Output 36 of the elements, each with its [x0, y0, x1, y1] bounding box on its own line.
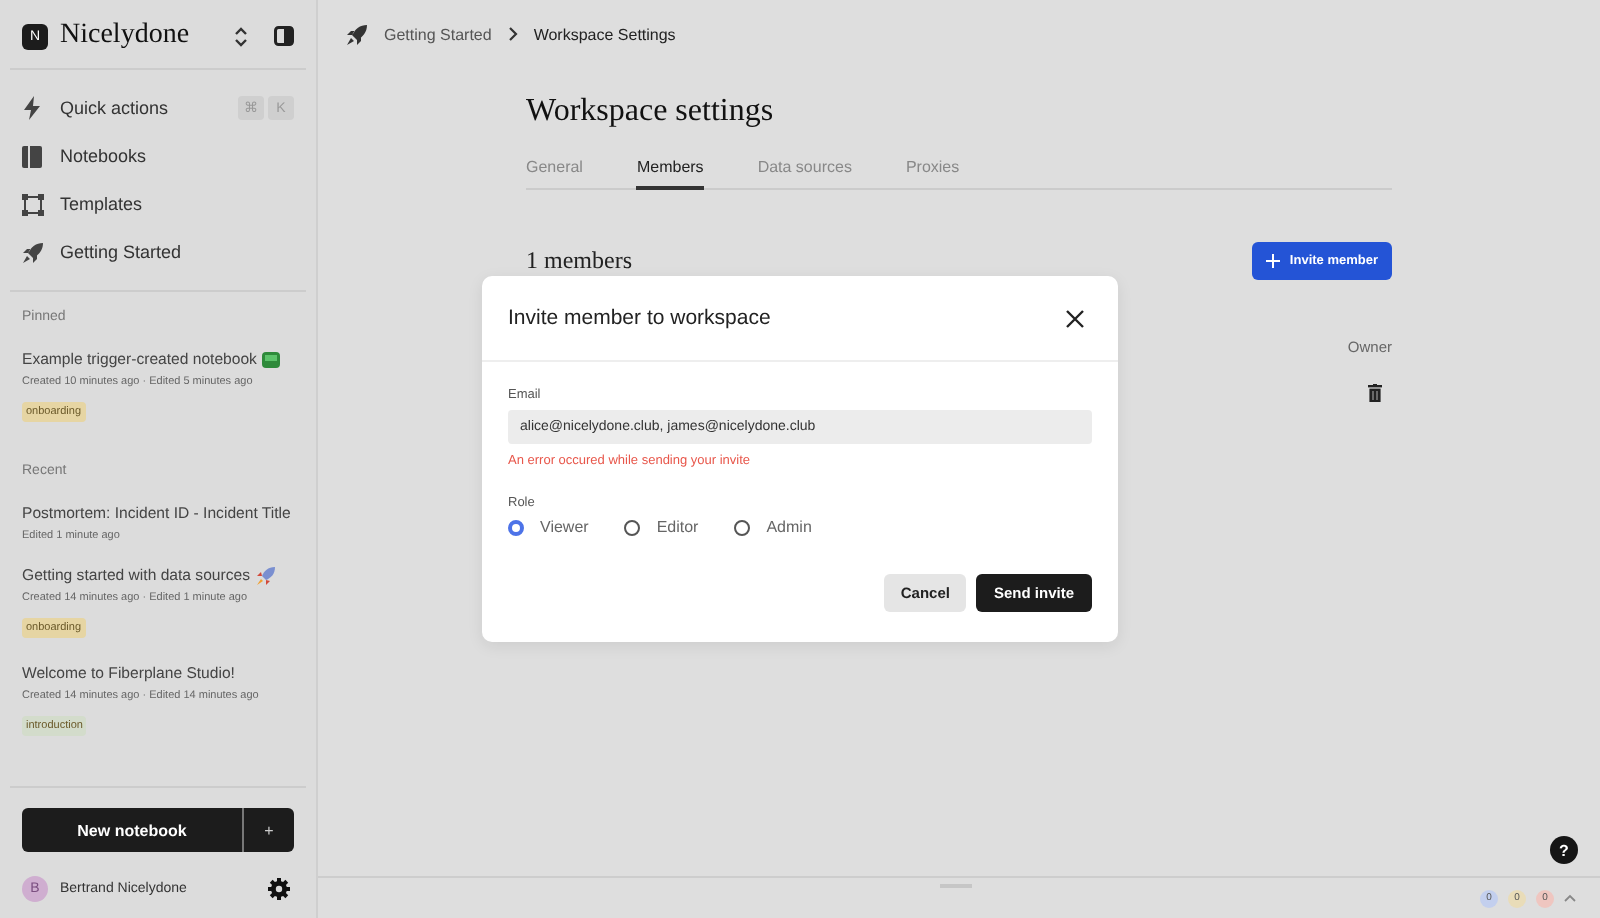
frame-icon — [22, 193, 44, 215]
add-button[interactable]: + — [244, 808, 294, 852]
workspace-name[interactable]: Nicelydone — [60, 20, 222, 52]
nav-item[interactable]: Templates — [0, 180, 316, 228]
nav-label[interactable]: Quick actions — [60, 98, 238, 118]
dialog-title: Invite member to workspace — [508, 306, 771, 330]
plus-icon — [1265, 254, 1280, 268]
members-heading: 1 members — [526, 246, 632, 276]
sidebar-toggle-icon[interactable] — [274, 26, 294, 46]
radio-label[interactable]: Viewer — [540, 518, 589, 536]
rocket-icon — [22, 241, 44, 263]
settings-icon[interactable] — [268, 878, 290, 900]
lightning-icon — [22, 96, 42, 120]
radio-button[interactable] — [508, 519, 524, 535]
radio-label[interactable]: Editor — [656, 518, 699, 536]
new-notebook-button[interactable]: New notebook — [22, 808, 244, 852]
chevron-updown-icon[interactable] — [234, 25, 248, 47]
radio-button[interactable] — [624, 519, 641, 535]
caret-up-icon[interactable] — [1564, 894, 1576, 902]
trash-icon[interactable] — [1368, 384, 1382, 402]
nav-label[interactable]: Templates — [60, 194, 294, 214]
nav-item[interactable]: Notebooks — [0, 132, 316, 180]
tab[interactable]: Members — [636, 158, 704, 190]
close-icon[interactable] — [1066, 309, 1084, 327]
nav-item[interactable]: Getting Started — [0, 228, 316, 276]
nav-label[interactable]: Getting Started — [60, 242, 294, 262]
radio-label[interactable]: Admin — [766, 518, 812, 536]
breadcrumb-item[interactable]: Getting Started — [384, 25, 492, 43]
radio-button[interactable] — [734, 519, 751, 535]
nav-label[interactable]: Notebooks — [60, 146, 294, 166]
rocket-icon — [346, 23, 368, 45]
rocket-icon — [255, 565, 276, 585]
help-button[interactable]: ? — [1550, 836, 1578, 864]
page-title: Workspace settings — [526, 94, 776, 130]
chevron-right-icon — [507, 26, 518, 42]
breadcrumb-item: Workspace Settings — [533, 25, 676, 43]
